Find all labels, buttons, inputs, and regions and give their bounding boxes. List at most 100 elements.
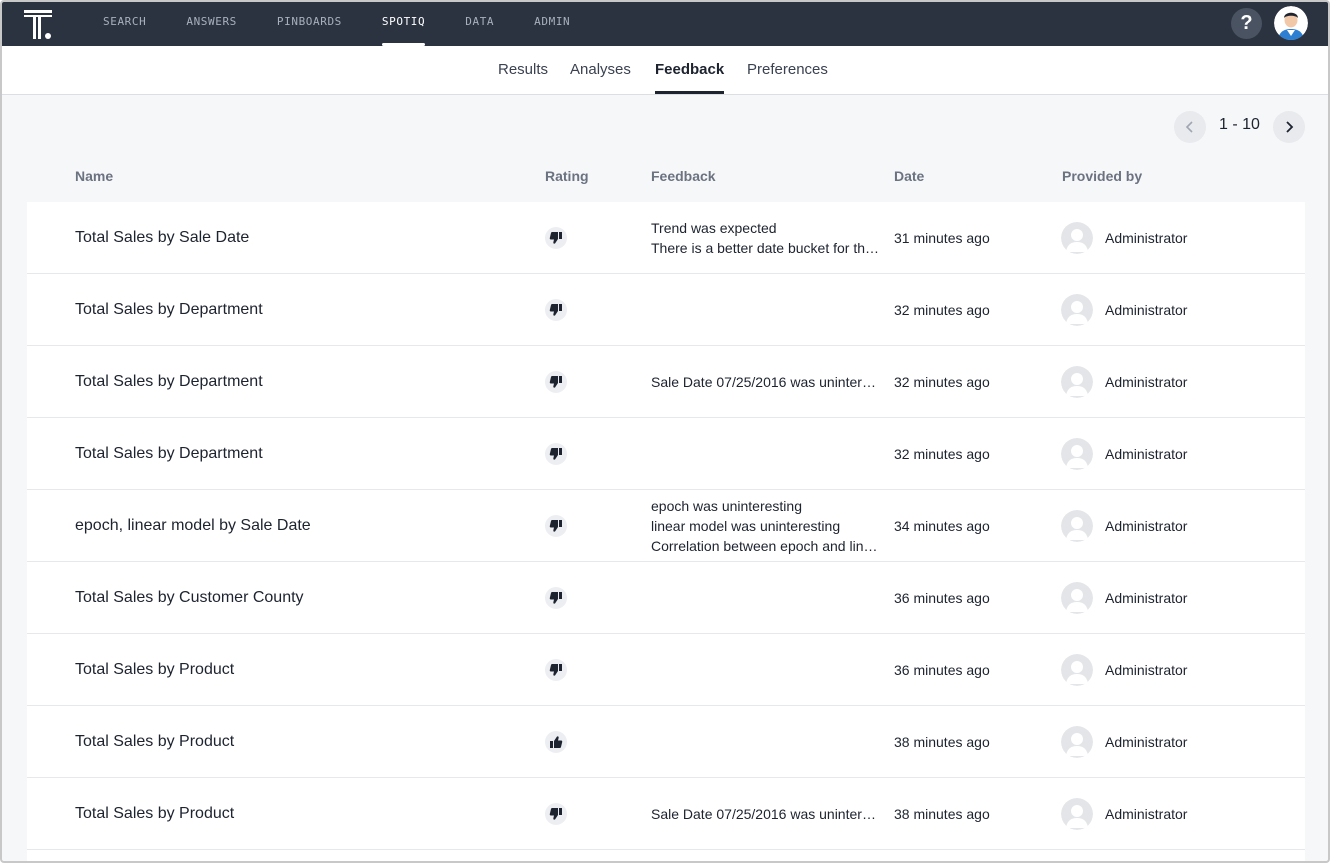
nav-item-search[interactable]: SEARCH [103, 2, 146, 46]
row-rating [545, 371, 567, 393]
table-row[interactable]: epoch, linear model by Sale Date epoch wa… [27, 490, 1305, 562]
provider-avatar [1061, 798, 1093, 830]
thoughtspot-logo[interactable] [22, 7, 56, 41]
help-button[interactable]: ? [1231, 8, 1262, 39]
row-rating [545, 731, 567, 753]
thumbs-up-icon [550, 736, 563, 748]
table-row[interactable]: Total Sales by Product 36 minutes ago Admi… [27, 634, 1305, 706]
nav-item-admin[interactable]: ADMIN [534, 2, 570, 46]
nav-item-data[interactable]: DATA [465, 2, 494, 46]
row-rating [545, 587, 567, 609]
nav-item-pinboards[interactable]: PINBOARDS [277, 2, 342, 46]
row-rating [545, 443, 567, 465]
provider-avatar [1061, 654, 1093, 686]
row-rating [545, 803, 567, 825]
table-row[interactable]: Total Sales by Product 38 minutes ago Admi… [27, 706, 1305, 778]
thumbs-down-icon [549, 232, 562, 244]
provider-avatar [1061, 222, 1093, 254]
column-header-feedback[interactable]: Feedback [651, 168, 716, 184]
feedback-line: Sale Date 07/25/2016 was uninteresting [651, 374, 881, 390]
table-row[interactable]: Total Sales by Department 32 minutes ago A… [27, 418, 1305, 490]
column-header-rating[interactable]: Rating [545, 168, 589, 184]
feedback-line: epoch was uninteresting [651, 498, 802, 514]
tab-results[interactable]: Results [498, 46, 548, 94]
default-avatar-icon [1061, 654, 1093, 686]
table-row[interactable]: Total Sales by Product Sale Date 07/25/20… [27, 778, 1305, 850]
row-date: 34 minutes ago [894, 518, 990, 534]
row-date: 36 minutes ago [894, 590, 990, 606]
thumbs-down-icon [549, 808, 562, 820]
column-header-date[interactable]: Date [894, 168, 924, 184]
column-header-name[interactable]: Name [75, 168, 113, 184]
row-rating [545, 299, 567, 321]
default-avatar-icon [1061, 366, 1093, 398]
row-provided-by: Administrator [1105, 734, 1188, 750]
chevron-left-icon [1185, 121, 1193, 133]
row-feedback [651, 274, 881, 346]
row-rating [545, 227, 567, 249]
row-provided-by: Administrator [1105, 806, 1188, 822]
row-feedback [651, 562, 881, 634]
row-feedback: epoch was uninteresting linear model was … [651, 490, 881, 562]
row-provided-by: Administrator [1105, 230, 1188, 246]
row-name[interactable]: Total Sales by Department [75, 274, 263, 346]
row-date: 32 minutes ago [894, 446, 990, 462]
feedback-line: Correlation between epoch and linear mod… [651, 538, 881, 554]
row-provided-by: Administrator [1105, 446, 1188, 462]
row-provided-by: Administrator [1105, 374, 1188, 390]
row-name[interactable]: Total Sales by Sale Date [75, 202, 249, 274]
feedback-line: There is a better date bucket for this d… [651, 240, 881, 256]
tab-preferences[interactable]: Preferences [747, 46, 828, 94]
row-date: 32 minutes ago [894, 374, 990, 390]
row-name[interactable]: Total Sales by Product [75, 778, 234, 850]
feedback-table: Total Sales by Sale Date Trend was expect… [27, 202, 1305, 861]
spotiq-subtabs: Results Analyses Feedback Preferences [2, 46, 1328, 95]
thumbs-down-icon [549, 664, 562, 676]
previous-page-button[interactable] [1174, 111, 1206, 143]
provider-avatar [1061, 294, 1093, 326]
provider-avatar [1061, 726, 1093, 758]
row-feedback [651, 706, 881, 778]
row-name[interactable]: epoch, linear model by Sale Date [75, 490, 311, 562]
table-row[interactable]: Total Sales by Sale Date Trend was expect… [27, 202, 1305, 274]
table-row[interactable]: Total Sales by Department 32 minutes ago A… [27, 274, 1305, 346]
row-name[interactable]: Total Sales by Product [75, 634, 234, 706]
feedback-line: Trend was expected [651, 220, 777, 236]
row-rating [545, 515, 567, 537]
row-rating [545, 659, 567, 681]
row-name[interactable]: Total Sales by Department [75, 346, 263, 418]
app-window: SEARCH ANSWERS PINBOARDS SPOTIQ DATA ADMIN ? … [0, 0, 1330, 863]
provider-avatar [1061, 438, 1093, 470]
row-provided-by: Administrator [1105, 302, 1188, 318]
provider-avatar [1061, 366, 1093, 398]
row-name[interactable]: Total Sales by Department [75, 418, 263, 490]
row-feedback: Sale Date 07/25/2016 was uninteresting [651, 346, 881, 418]
user-avatar-icon[interactable] [1274, 6, 1308, 40]
default-avatar-icon [1061, 294, 1093, 326]
default-avatar-icon [1061, 726, 1093, 758]
next-page-button[interactable] [1273, 111, 1305, 143]
table-row[interactable]: Total Sales by Department Sale Date 07/25… [27, 346, 1305, 418]
column-header-provided-by[interactable]: Provided by [1062, 168, 1142, 184]
provider-avatar [1061, 582, 1093, 614]
row-feedback [651, 418, 881, 490]
thumbs-down-icon [549, 520, 562, 532]
row-name[interactable]: Total Sales by Product [75, 706, 234, 778]
feedback-line: linear model was uninteresting [651, 518, 841, 534]
row-feedback: Sale Date 07/25/2016 was uninteresting [651, 778, 881, 850]
row-date: 36 minutes ago [894, 662, 990, 678]
tab-feedback[interactable]: Feedback [655, 46, 725, 94]
nav-menu: SEARCH ANSWERS PINBOARDS SPOTIQ DATA ADMIN [103, 2, 610, 46]
provider-avatar [1061, 510, 1093, 542]
thumbs-down-icon [549, 592, 562, 604]
top-navigation-bar: SEARCH ANSWERS PINBOARDS SPOTIQ DATA ADMIN ? [2, 2, 1328, 46]
row-name[interactable]: Total Sales by Customer County [75, 562, 304, 634]
row-feedback [651, 634, 881, 706]
default-avatar-icon [1061, 582, 1093, 614]
nav-item-answers[interactable]: ANSWERS [186, 2, 237, 46]
row-provided-by: Administrator [1105, 590, 1188, 606]
tab-analyses[interactable]: Analyses [570, 46, 631, 94]
row-date: 38 minutes ago [894, 806, 990, 822]
nav-item-spotiq[interactable]: SPOTIQ [381, 2, 426, 46]
table-row[interactable]: Total Sales by Customer County 36 minutes… [27, 562, 1305, 634]
